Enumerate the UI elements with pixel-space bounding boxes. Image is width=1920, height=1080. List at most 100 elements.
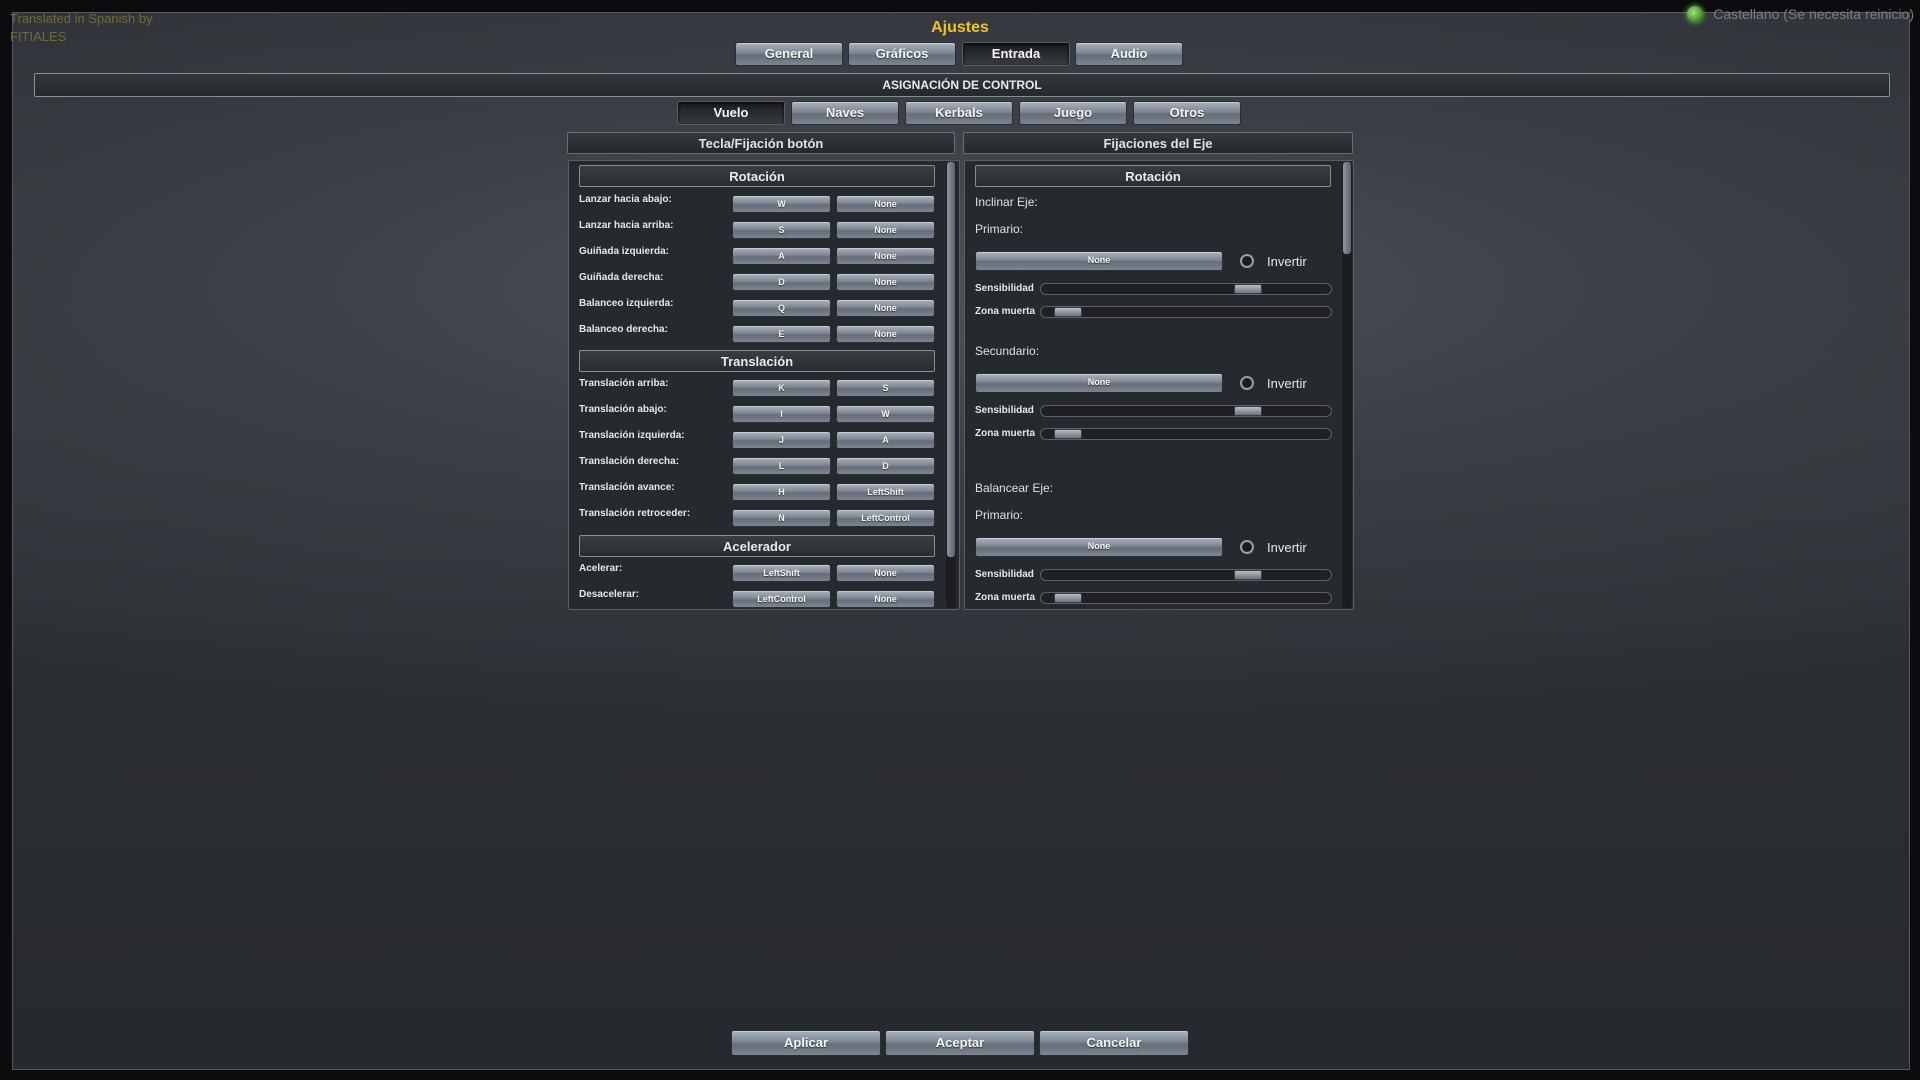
key-secondary-button[interactable]: S [836, 379, 935, 397]
key-secondary-button[interactable]: LeftShift [836, 483, 935, 501]
key-secondary-button[interactable]: A [836, 431, 935, 449]
row-label: Balanceo derecha: [579, 324, 668, 335]
row-label: Balanceo izquierda: [579, 298, 674, 309]
key-primary-button[interactable]: H [732, 483, 831, 501]
key-primary-button[interactable]: J [732, 431, 831, 449]
row-label: Translación arriba: [579, 378, 669, 389]
sensitivity-slider[interactable] [1040, 405, 1332, 417]
left-scrollbar[interactable] [946, 162, 956, 608]
axis-bind-button[interactable]: None [975, 537, 1223, 557]
cancel-button[interactable]: Cancelar [1039, 1030, 1189, 1056]
sensitivity-label: Sensibilidad [975, 405, 1034, 416]
slider-thumb[interactable] [1054, 593, 1082, 603]
binding-label: Primario: [975, 222, 1024, 236]
group-acelerador: Acelerador [579, 535, 935, 557]
key-primary-button[interactable]: I [732, 405, 831, 423]
key-bindings-header: Tecla/Fijación botón [567, 132, 955, 154]
tab-general[interactable]: General [735, 42, 843, 66]
invert-label: Invertir [1267, 540, 1307, 555]
key-primary-button[interactable]: Q [732, 299, 831, 317]
right-scrollbar-thumb[interactable] [1343, 162, 1351, 254]
key-primary-button[interactable]: W [732, 195, 831, 213]
right-scrollbar[interactable] [1342, 162, 1352, 608]
key-secondary-button[interactable]: None [836, 590, 935, 608]
group-translacion: Translación [579, 350, 935, 372]
axis-bind-button[interactable]: None [975, 251, 1223, 271]
invert-label: Invertir [1267, 254, 1307, 269]
invert-radio-icon[interactable] [1240, 254, 1254, 268]
key-primary-button[interactable]: A [732, 247, 831, 265]
group-rotacion: Rotación [579, 165, 935, 187]
key-secondary-button[interactable]: None [836, 325, 935, 343]
deadzone-label: Zona muerta [975, 306, 1036, 317]
sensitivity-label: Sensibilidad [975, 569, 1034, 580]
sensitivity-slider[interactable] [1040, 283, 1332, 295]
tab-graficos[interactable]: Gráficos [848, 42, 956, 66]
row-label: Acelerar: [579, 563, 623, 574]
key-primary-button[interactable]: LeftShift [732, 564, 831, 582]
subtab-juego[interactable]: Juego [1019, 101, 1127, 125]
slider-thumb[interactable] [1234, 284, 1262, 294]
key-primary-button[interactable]: E [732, 325, 831, 343]
deadzone-slider[interactable] [1040, 592, 1332, 604]
deadzone-slider[interactable] [1040, 306, 1332, 318]
row-label: Guiñada izquierda: [579, 246, 670, 257]
subtab-otros[interactable]: Otros [1133, 101, 1241, 125]
slider-thumb[interactable] [1234, 570, 1262, 580]
deadzone-slider[interactable] [1040, 428, 1332, 440]
tab-entrada[interactable]: Entrada [962, 42, 1070, 66]
row-label: Desacelerar: [579, 589, 640, 600]
group-rotacion-axis: Rotación [975, 165, 1331, 187]
row-label: Translación retroceder: [579, 508, 691, 519]
deadzone-label: Zona muerta [975, 592, 1036, 603]
key-bindings-panel: Rotación Lanzar hacia abajo: W None Lanz… [568, 160, 960, 610]
invert-label: Invertir [1267, 376, 1307, 391]
deadzone-label: Zona muerta [975, 428, 1036, 439]
key-primary-button[interactable]: S [732, 221, 831, 239]
row-label: Translación izquierda: [579, 430, 685, 441]
binding-label: Primario: [975, 508, 1024, 522]
tab-audio[interactable]: Audio [1075, 42, 1183, 66]
key-secondary-button[interactable]: None [836, 299, 935, 317]
sensitivity-slider[interactable] [1040, 569, 1332, 581]
subtab-naves[interactable]: Naves [791, 101, 899, 125]
subtab-vuelo[interactable]: Vuelo [677, 101, 785, 125]
slider-thumb[interactable] [1054, 307, 1082, 317]
key-secondary-button[interactable]: D [836, 457, 935, 475]
row-label: Lanzar hacia abajo: [579, 194, 672, 205]
apply-button[interactable]: Aplicar [731, 1030, 881, 1056]
key-primary-button[interactable]: K [732, 379, 831, 397]
key-primary-button[interactable]: L [732, 457, 831, 475]
accept-button[interactable]: Aceptar [885, 1030, 1035, 1056]
key-secondary-button[interactable]: None [836, 195, 935, 213]
row-label: Lanzar hacia arriba: [579, 220, 674, 231]
key-primary-button[interactable]: N [732, 509, 831, 527]
row-label: Translación derecha: [579, 456, 680, 467]
section-title: ASIGNACIÓN DE CONTROL [34, 73, 1890, 97]
invert-radio-icon[interactable] [1240, 540, 1254, 554]
key-primary-button[interactable]: D [732, 273, 831, 291]
invert-radio-icon[interactable] [1240, 376, 1254, 390]
left-scrollbar-thumb[interactable] [947, 162, 955, 557]
key-primary-button[interactable]: LeftControl [732, 590, 831, 608]
axis-bind-button[interactable]: None [975, 373, 1223, 393]
sensitivity-label: Sensibilidad [975, 283, 1034, 294]
key-secondary-button[interactable]: None [836, 221, 935, 239]
key-secondary-button[interactable]: None [836, 273, 935, 291]
key-secondary-button[interactable]: LeftControl [836, 509, 935, 527]
axis-name: Inclinar Eje: [975, 195, 1038, 209]
axis-name: Balancear Eje: [975, 481, 1054, 495]
subtab-kerbals[interactable]: Kerbals [905, 101, 1013, 125]
key-secondary-button[interactable]: None [836, 247, 935, 265]
row-label: Translación abajo: [579, 404, 667, 415]
slider-thumb[interactable] [1234, 406, 1262, 416]
row-label: Translación avance: [579, 482, 675, 493]
settings-window [12, 12, 1910, 1070]
axis-bindings-panel: Rotación Inclinar Eje: Primario: None In… [964, 160, 1354, 610]
axis-bindings-header: Fijaciones del Eje [963, 132, 1353, 154]
key-secondary-button[interactable]: None [836, 564, 935, 582]
page-title: Ajustes [931, 19, 989, 36]
row-label: Guiñada derecha: [579, 272, 664, 283]
key-secondary-button[interactable]: W [836, 405, 935, 423]
slider-thumb[interactable] [1054, 429, 1082, 439]
